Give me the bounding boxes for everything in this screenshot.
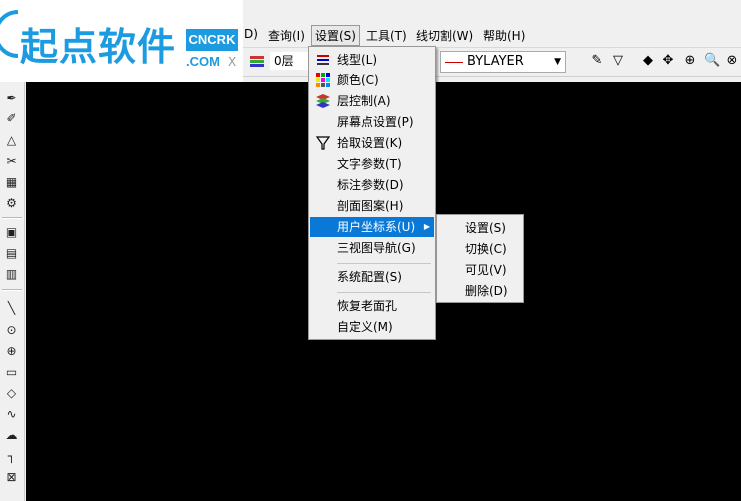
menu-item-three-view[interactable]: 三视图导航(G) — [310, 238, 434, 258]
brush-icon[interactable]: ✐ — [3, 110, 20, 127]
folder-icon[interactable]: ▣ — [3, 224, 20, 241]
corner-icon[interactable]: ┐ — [3, 448, 20, 465]
menu-query[interactable]: 查询(I) — [268, 27, 305, 44]
submenu-item-set[interactable]: 设置(S) — [438, 218, 522, 238]
circle-icon[interactable]: ⊕ — [3, 343, 20, 360]
paint-icon[interactable]: ◆ — [640, 53, 656, 69]
left-toolbar: ✒ ✐ △ ✂ ▦ ⚙ ▣ ▤ ▥ ╲ ⊙ ⊕ ▭ ◇ ∿ ☁ ┐ ⊠ — [0, 82, 25, 501]
gear-icon[interactable]: ⚙ — [3, 195, 20, 212]
submenu-item-switch[interactable]: 切换(C) — [438, 239, 522, 259]
menu-separator — [337, 263, 431, 264]
scissors-icon[interactable]: ✂ — [3, 153, 20, 170]
image-icon[interactable]: ▤ — [3, 245, 20, 262]
menu-item-restore-old[interactable]: 恢复老面孔 — [310, 296, 434, 316]
zoom-icon[interactable]: 🔍 — [704, 53, 720, 69]
menu-item-ucs[interactable]: 用户坐标系(U) ▶ — [310, 217, 434, 237]
menu-settings[interactable]: 设置(S) — [311, 25, 360, 46]
menu-item-dim-params[interactable]: 标注参数(D) — [310, 175, 434, 195]
logo-corner: X — [228, 55, 237, 69]
line-icon[interactable]: ╲ — [3, 300, 20, 317]
circle-point-icon[interactable]: ⊙ — [3, 322, 20, 339]
menu-help[interactable]: 帮助(H) — [483, 27, 525, 44]
zoom-all-icon[interactable]: ⊗ — [724, 53, 740, 69]
layer-icon — [316, 94, 330, 108]
submenu-arrow-icon: ▶ — [423, 222, 430, 231]
hatch-icon[interactable]: ⊠ — [3, 469, 20, 486]
layer-stack-icon[interactable] — [249, 53, 265, 69]
menu-item-text-params[interactable]: 文字参数(T) — [310, 154, 434, 174]
menu-item-linetype[interactable]: 线型(L) — [310, 50, 434, 70]
linetype-swatch — [445, 62, 463, 63]
menu-item-color[interactable]: 颜色(C) — [310, 70, 434, 90]
box-icon[interactable]: ▦ — [3, 174, 20, 191]
menu-partial[interactable]: D) — [244, 27, 258, 41]
menu-item-hatch[interactable]: 剖面图案(H) — [310, 196, 434, 216]
linetype-select[interactable]: BYLAYER ▼ — [440, 51, 566, 73]
logo-arc-icon — [0, 10, 18, 58]
menu-tools[interactable]: 工具(T) — [366, 27, 407, 44]
filter-icon[interactable]: ▽ — [610, 53, 626, 69]
linetype-value: BYLAYER — [467, 54, 524, 69]
submenu-item-visible[interactable]: 可见(V) — [438, 260, 522, 280]
menu-item-layer[interactable]: 层控制(A) — [310, 91, 434, 111]
linetype-icon — [317, 55, 329, 65]
pen-icon[interactable]: ✒ — [3, 90, 20, 107]
curve-icon[interactable]: ∿ — [3, 406, 20, 423]
menu-separator — [337, 292, 431, 293]
menu-item-screen-point[interactable]: 屏幕点设置(P) — [310, 112, 434, 132]
menu-item-system-config[interactable]: 系统配置(S) — [310, 267, 434, 287]
color-icon — [316, 73, 330, 87]
triangle-icon[interactable]: △ — [3, 132, 20, 149]
filter-icon — [315, 136, 331, 150]
cloud-icon[interactable]: ☁ — [3, 427, 20, 444]
eraser-icon[interactable]: ✎ — [589, 53, 605, 69]
dropdown-arrow-icon: ▼ — [554, 57, 561, 67]
monitor-icon[interactable]: ▥ — [3, 266, 20, 283]
logo-badge-top: CNCRK — [186, 29, 238, 51]
menu-item-pick[interactable]: 拾取设置(K) — [310, 133, 434, 153]
logo-badge-bottom: .COM — [186, 54, 220, 69]
menu-wirecut[interactable]: 线切割(W) — [416, 27, 473, 44]
layer-select[interactable]: 0层 — [270, 52, 308, 70]
settings-dropdown: 线型(L) 颜色(C) 层控制(A) 屏幕点设置(P) 拾取设置(K) 文字参数… — [308, 46, 436, 340]
logo-brand: 起点软件 — [20, 25, 177, 69]
submenu-item-delete[interactable]: 删除(D) — [438, 281, 522, 301]
pan-icon[interactable]: ✥ — [660, 53, 676, 69]
ucs-submenu: 设置(S) 切换(C) 可见(V) 删除(D) — [436, 214, 524, 303]
zoom-window-icon[interactable]: ⊕ — [682, 53, 698, 69]
watermark-logo: 起点软件 CNCRK .COM X — [0, 0, 243, 82]
rectangle-icon[interactable]: ▭ — [3, 364, 20, 381]
menu-item-customize[interactable]: 自定义(M) — [310, 317, 434, 337]
polygon-icon[interactable]: ◇ — [3, 385, 20, 402]
